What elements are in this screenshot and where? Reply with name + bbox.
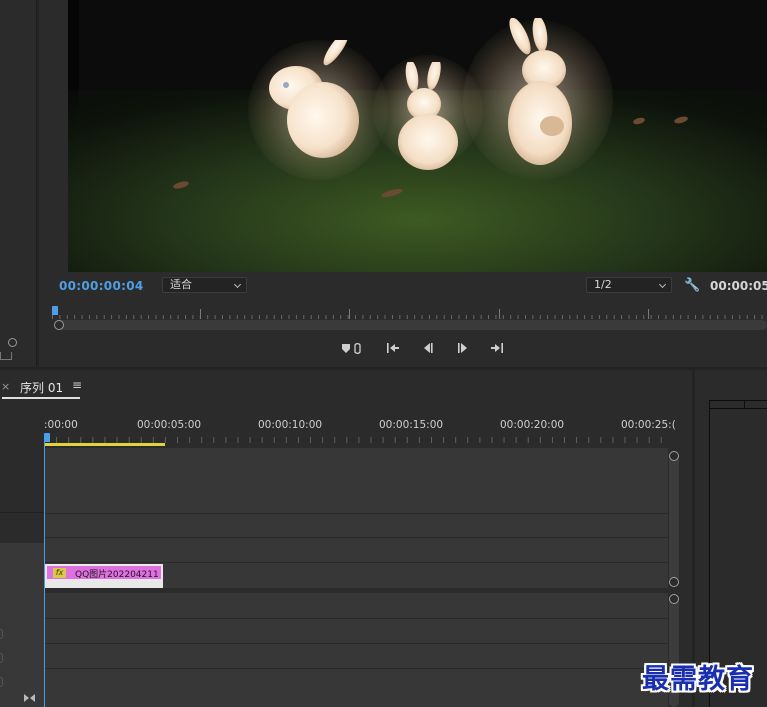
fx-badge[interactable]: fx: [53, 568, 66, 578]
scrollbar-handle[interactable]: [669, 577, 679, 587]
step-back-button[interactable]: [419, 342, 437, 358]
meter-cell: [745, 401, 767, 409]
track-line: [44, 618, 668, 619]
go-to-in-icon: [387, 343, 399, 353]
track-line: [44, 668, 668, 669]
ruler-label: :00:00: [44, 419, 78, 431]
resolution-dropdown-value: 1/2: [594, 278, 612, 291]
ruler-major-tick: [349, 309, 350, 319]
chevron-down-icon: [233, 280, 242, 289]
step-back-icon: [424, 343, 433, 353]
bunny-middle: [398, 62, 458, 170]
ruler-label: 00:00:20:00: [500, 419, 565, 431]
current-timecode[interactable]: 00:00:00:04: [59, 279, 144, 293]
ruler-major-tick: [648, 309, 649, 319]
video-tracks-scrollbar[interactable]: [669, 456, 679, 582]
work-area-bar[interactable]: [44, 443, 165, 446]
timeline-ruler[interactable]: :00:00 00:00:05:00 00:00:10:00 00:00:15:…: [44, 400, 676, 448]
scrollbar-handle[interactable]: [669, 594, 679, 604]
go-to-in-button[interactable]: [384, 342, 402, 358]
ruler-major-tick: [200, 309, 201, 319]
track-line: [44, 643, 668, 644]
collapse-icon[interactable]: [23, 693, 36, 703]
panel-menu-icon[interactable]: ≡: [72, 378, 82, 392]
track-line: [44, 562, 668, 563]
program-video-frame: [68, 0, 767, 272]
play-icon: [458, 343, 467, 353]
close-icon[interactable]: ×: [1, 380, 10, 393]
duration-timecode: 00:00:05: [710, 279, 767, 293]
active-tab-indicator: [2, 397, 80, 399]
timeline-playhead-handle[interactable]: [44, 433, 50, 442]
track-toggle-icon[interactable]: [0, 629, 3, 639]
tab-sequence-01[interactable]: 序列 01: [12, 379, 71, 396]
monitor-time-ruler[interactable]: [52, 302, 767, 322]
scrollbar-handle[interactable]: [669, 451, 679, 461]
monitor-playhead[interactable]: [52, 306, 58, 315]
track-header-separator: [0, 512, 44, 513]
clip-body: fx QQ图片202204211: [47, 566, 161, 580]
marker-button[interactable]: [340, 342, 364, 358]
clip-name: QQ图片202204211: [75, 570, 159, 580]
fit-dropdown[interactable]: 适合: [162, 277, 247, 293]
panel-gutter: [36, 0, 37, 367]
ruler-label: 00:00:15:00: [379, 419, 444, 431]
go-to-out-button[interactable]: [488, 342, 506, 358]
track-line: [44, 513, 668, 514]
ruler-major-tick: [499, 309, 500, 319]
video-audio-divider[interactable]: [44, 588, 668, 593]
step-forward-button[interactable]: [454, 342, 472, 358]
video-track-header[interactable]: [0, 543, 44, 619]
audio-track-header[interactable]: [0, 619, 44, 707]
chevron-down-icon: [658, 280, 667, 289]
marker-icon: [342, 343, 361, 354]
timeline-panel: × 序列 01 ≡ :00:00 00:00:05:00 00:00:10:00…: [0, 370, 692, 707]
monitor-zoom-bar[interactable]: [56, 320, 767, 330]
track-line: [44, 537, 668, 538]
zoom-bar-handle[interactable]: [54, 320, 64, 330]
ruler-label: 00:00:05:00: [137, 419, 202, 431]
scroll-handle[interactable]: [8, 338, 17, 347]
ruler-label: 00:00:10:00: [258, 419, 323, 431]
wrench-icon[interactable]: 🔧: [684, 278, 700, 293]
track-toggle-icon[interactable]: [0, 653, 3, 663]
bunny-left: [269, 40, 359, 158]
timeline-tab-bar: × 序列 01 ≡: [0, 370, 692, 400]
track-headers: [0, 400, 44, 707]
bunny-right: [508, 18, 572, 165]
resolution-dropdown[interactable]: 1/2: [586, 277, 672, 293]
track-toggle-icon[interactable]: [0, 677, 3, 687]
ruler-label: 00:00:25:(: [621, 419, 676, 431]
fit-dropdown-value: 适合: [170, 278, 192, 291]
watermark-text: 最需教育: [642, 664, 754, 695]
export-icon[interactable]: [0, 352, 12, 360]
project-panel-edge: [0, 0, 37, 367]
meter-cell: [710, 401, 745, 409]
timeline-playhead-line: [44, 442, 45, 707]
go-to-out-icon: [491, 343, 503, 353]
timeline-clip[interactable]: fx QQ图片202204211: [45, 564, 163, 588]
ruler-ticks: [52, 309, 767, 319]
